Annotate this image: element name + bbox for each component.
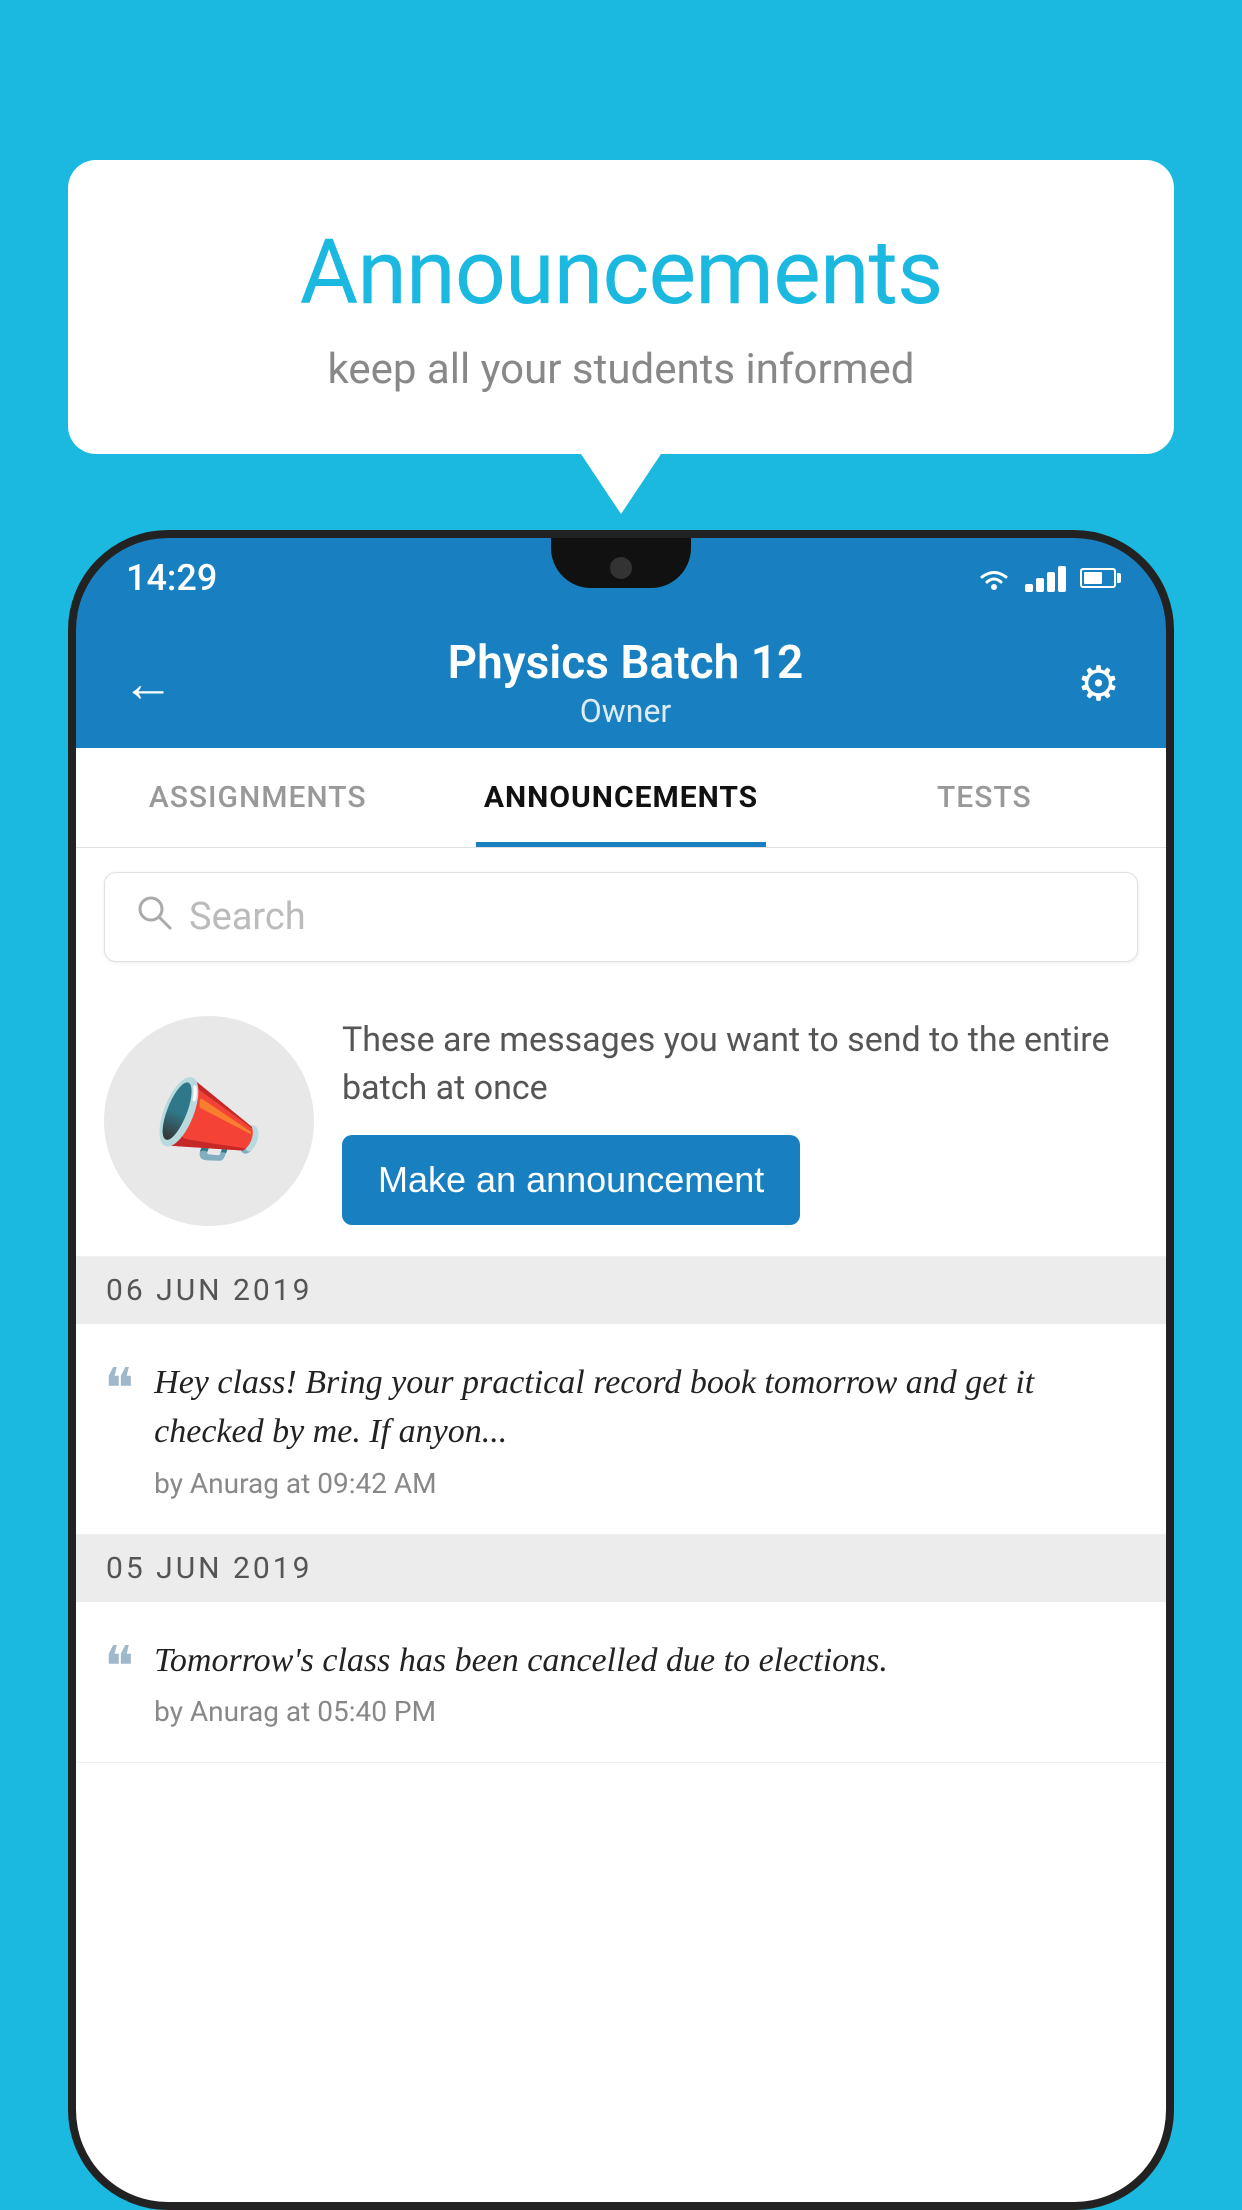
- megaphone-circle: 📣: [104, 1016, 314, 1226]
- announcement-item-2: ❝ Tomorrow's class has been cancelled du…: [76, 1602, 1166, 1763]
- announcement-content-2: Tomorrow's class has been cancelled due …: [154, 1636, 1138, 1728]
- megaphone-icon: 📣: [153, 1069, 265, 1174]
- tab-tests[interactable]: TESTS: [803, 748, 1166, 847]
- battery-icon: [1080, 568, 1116, 588]
- search-icon: [135, 893, 173, 941]
- announcement-content-1: Hey class! Bring your practical record b…: [154, 1358, 1138, 1500]
- announcement-text-2: Tomorrow's class has been cancelled due …: [154, 1636, 1138, 1685]
- header-title: Physics Batch 12: [174, 636, 1077, 690]
- header-subtitle: Owner: [174, 692, 1077, 730]
- speech-bubble: Announcements keep all your students inf…: [68, 160, 1174, 454]
- date-header-1: 06 JUN 2019: [76, 1257, 1166, 1324]
- header-title-container: Physics Batch 12 Owner: [174, 636, 1077, 730]
- quote-icon-1: ❝: [104, 1362, 134, 1418]
- tab-assignments[interactable]: ASSIGNMENTS: [76, 748, 439, 847]
- notch-camera: [610, 557, 632, 579]
- announcement-item-1: ❝ Hey class! Bring your practical record…: [76, 1324, 1166, 1535]
- settings-icon[interactable]: ⚙: [1077, 655, 1120, 712]
- speech-bubble-arrow: [581, 454, 661, 514]
- cta-description: These are messages you want to send to t…: [342, 1017, 1138, 1112]
- search-placeholder: Search: [189, 895, 306, 939]
- phone-frame: 14:29 ←: [68, 530, 1174, 2210]
- phone-content: Search 📣 These are messages you want to …: [76, 848, 1166, 2202]
- announcement-meta-2: by Anurag at 05:40 PM: [154, 1695, 1138, 1728]
- date-header-2: 05 JUN 2019: [76, 1535, 1166, 1602]
- status-icons: [977, 564, 1116, 592]
- speech-bubble-title: Announcements: [148, 220, 1094, 325]
- cta-right: These are messages you want to send to t…: [342, 1017, 1138, 1224]
- search-bar[interactable]: Search: [104, 872, 1138, 962]
- announcement-meta-1: by Anurag at 09:42 AM: [154, 1467, 1138, 1500]
- status-time: 14:29: [126, 557, 217, 599]
- signal-bars-icon: [1025, 564, 1066, 592]
- announcement-cta: 📣 These are messages you want to send to…: [76, 986, 1166, 1257]
- back-button[interactable]: ←: [122, 653, 174, 714]
- notch: [551, 538, 691, 588]
- tab-announcements[interactable]: ANNOUNCEMENTS: [439, 748, 802, 847]
- announcement-text-1: Hey class! Bring your practical record b…: [154, 1358, 1138, 1457]
- status-bar: 14:29: [76, 538, 1166, 618]
- speech-bubble-subtitle: keep all your students informed: [148, 345, 1094, 394]
- tab-bar: ASSIGNMENTS ANNOUNCEMENTS TESTS: [76, 748, 1166, 848]
- wifi-icon: [977, 564, 1011, 592]
- make-announcement-button[interactable]: Make an announcement: [342, 1135, 800, 1225]
- quote-icon-2: ❝: [104, 1640, 134, 1696]
- speech-bubble-section: Announcements keep all your students inf…: [68, 160, 1174, 514]
- app-header: ← Physics Batch 12 Owner ⚙: [76, 618, 1166, 748]
